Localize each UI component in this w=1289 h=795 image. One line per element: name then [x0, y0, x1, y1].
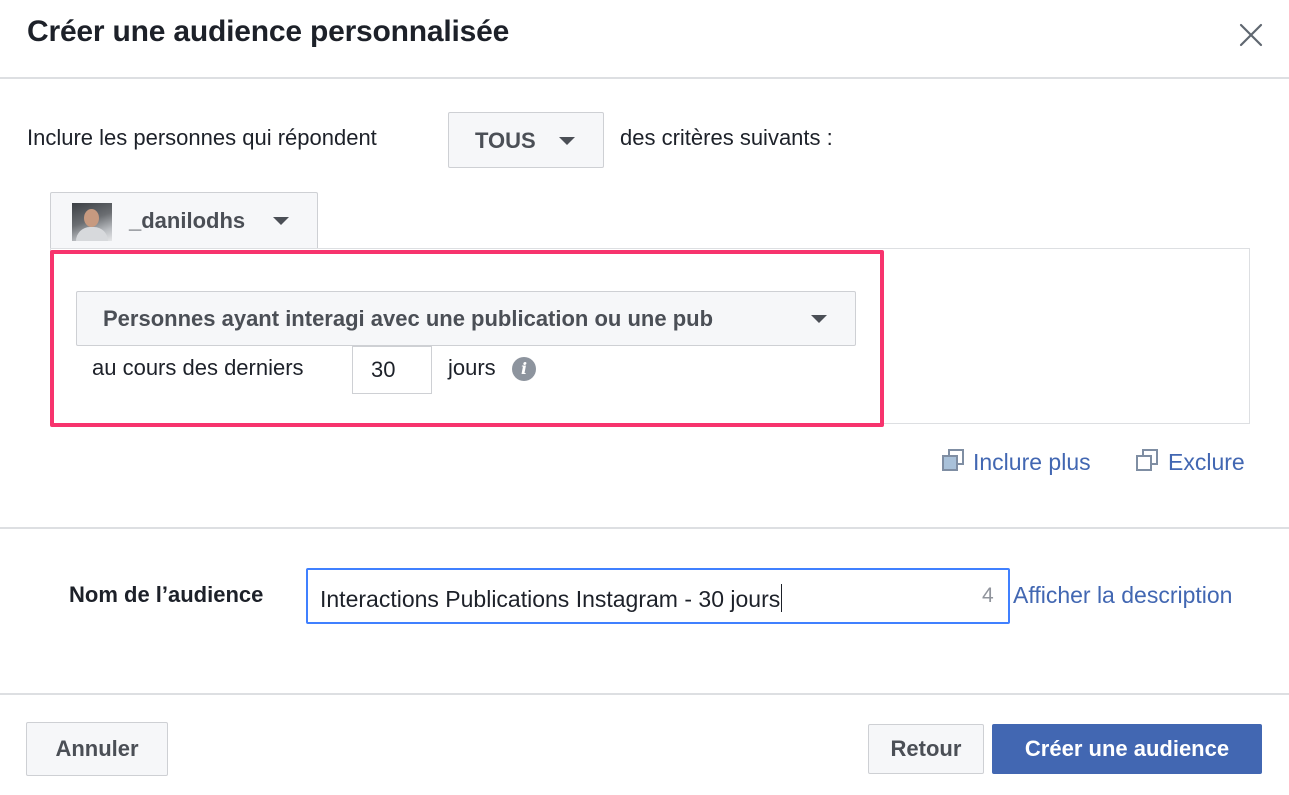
- audience-name-input[interactable]: Interactions Publications Instagram - 30…: [306, 568, 1010, 624]
- match-selector[interactable]: TOUS: [448, 112, 604, 168]
- criteria-row: Inclure les personnes qui répondent TOUS…: [27, 112, 1027, 168]
- divider: [0, 527, 1289, 529]
- create-audience-button[interactable]: Créer une audience: [992, 724, 1262, 774]
- back-button[interactable]: Retour: [868, 724, 984, 774]
- event-selector[interactable]: Personnes ayant interagi avec une public…: [76, 291, 856, 346]
- caret-down-icon: [559, 137, 575, 145]
- match-selector-label: TOUS: [475, 128, 536, 153]
- caret-down-icon: [811, 315, 827, 323]
- include-more-label: Inclure plus: [973, 449, 1091, 475]
- avatar: [72, 203, 112, 241]
- exclude-button[interactable]: Exclure: [1136, 449, 1256, 479]
- cancel-button[interactable]: Annuler: [26, 722, 168, 776]
- include-more-icon: [942, 449, 966, 473]
- period-prefix: au cours des derniers: [92, 355, 304, 380]
- info-icon[interactable]: i: [512, 357, 536, 381]
- account-name: _danilodhs: [129, 208, 246, 233]
- include-more-button[interactable]: Inclure plus: [942, 449, 1112, 479]
- dialog-title: Créer une audience personnalisée: [27, 15, 510, 48]
- exclude-label: Exclure: [1168, 449, 1245, 475]
- show-description-link[interactable]: Afficher la description: [1013, 582, 1232, 609]
- account-selector[interactable]: _danilodhs: [50, 192, 318, 248]
- audience-name-value: Interactions Publications Instagram - 30…: [320, 584, 783, 612]
- criteria-prefix: Inclure les personnes qui répondent: [27, 125, 377, 150]
- period-suffix: jours: [448, 355, 496, 380]
- dialog-header: Créer une audience personnalisée: [0, 0, 1289, 79]
- divider: [0, 693, 1289, 695]
- criteria-suffix: des critères suivants :: [620, 125, 833, 150]
- close-icon[interactable]: [1236, 20, 1266, 50]
- audience-name-label: Nom de l’audience: [69, 582, 264, 607]
- days-input[interactable]: 30: [352, 346, 432, 394]
- caret-down-icon: [273, 217, 289, 225]
- char-counter: 4: [982, 584, 994, 607]
- exclude-icon: [1136, 449, 1160, 473]
- event-selector-label: Personnes ayant interagi avec une public…: [103, 306, 714, 331]
